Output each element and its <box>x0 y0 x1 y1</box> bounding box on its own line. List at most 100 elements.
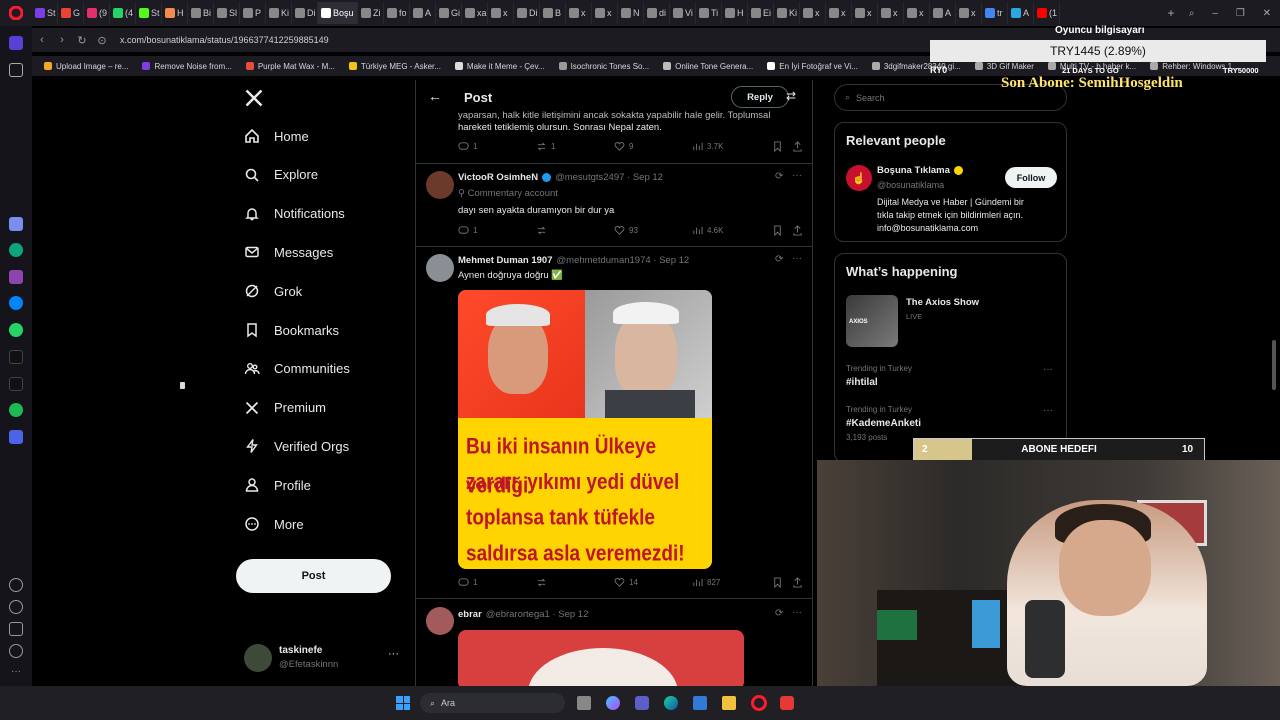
bookmark-item[interactable]: Isochronic Tones So... <box>558 62 649 71</box>
copilot-icon[interactable] <box>606 696 620 710</box>
spotify-icon[interactable] <box>9 403 23 417</box>
x-logo-icon[interactable] <box>244 88 264 113</box>
avatar[interactable] <box>426 254 454 282</box>
browser-tab[interactable]: H <box>162 2 188 24</box>
nav-item-profile[interactable]: Profile <box>244 477 311 493</box>
browser-tab[interactable]: Boşu <box>318 2 358 24</box>
views-action[interactable]: 827 <box>692 577 720 588</box>
browser-tab[interactable]: Ti <box>696 2 722 24</box>
browser-tab[interactable]: Zi <box>358 2 384 24</box>
nav-item-communities[interactable]: Communities <box>244 361 350 377</box>
opera-logo-icon[interactable] <box>0 6 32 20</box>
app-taskbar-icon[interactable] <box>780 696 794 710</box>
new-tab-button[interactable]: + <box>1162 6 1180 20</box>
bookmark-action[interactable] <box>772 225 783 236</box>
heart-icon[interactable] <box>9 578 23 592</box>
like-action[interactable]: 93 <box>614 225 638 236</box>
nav-item-grok[interactable]: Grok <box>244 283 302 299</box>
browser-tab[interactable]: xa <box>462 2 488 24</box>
browser-tab[interactable]: Ki <box>774 2 800 24</box>
nav-item-explore[interactable]: Explore <box>244 167 318 183</box>
tweet-image[interactable]: Bu iki insanın Ülkeye verdiği zararı, yık… <box>458 290 712 569</box>
bookmark-item[interactable]: Purple Mat Wax - M... <box>245 62 335 71</box>
tweet-author-name[interactable]: VictooR OsimheN <box>458 172 538 183</box>
close-window-icon[interactable]: ✕ <box>1263 8 1271 19</box>
nav-item-premium[interactable]: Premium <box>244 400 326 416</box>
reply-button[interactable]: Reply <box>731 86 789 108</box>
edge-icon[interactable] <box>664 696 678 710</box>
bookmark-item[interactable]: Upload Image – re... <box>44 62 128 71</box>
file-explorer-icon[interactable] <box>722 696 736 710</box>
browser-tab[interactable]: x <box>878 2 904 24</box>
more-icon[interactable]: ··· <box>1043 405 1053 416</box>
app-icon[interactable] <box>9 270 23 284</box>
browser-tab[interactable]: P <box>240 2 266 24</box>
forward-icon[interactable]: › <box>52 34 72 46</box>
person-name[interactable]: Boşuna Tıklama <box>877 165 950 176</box>
aria-icon[interactable] <box>9 217 23 231</box>
browser-tab[interactable]: Di <box>514 2 540 24</box>
avatar[interactable]: ☝ <box>846 165 872 191</box>
history-icon[interactable] <box>9 600 23 614</box>
minimize-icon[interactable]: – <box>1212 8 1218 19</box>
tips-icon[interactable] <box>9 644 23 658</box>
bookmark-action[interactable] <box>772 577 783 588</box>
maximize-icon[interactable]: ❐ <box>1236 8 1245 19</box>
trend-tag[interactable]: #KademeAnketi <box>846 418 921 429</box>
grok-icon[interactable]: ⟳ <box>775 608 783 619</box>
browser-tab[interactable]: x <box>592 2 618 24</box>
browser-tab[interactable]: (1 <box>1034 2 1060 24</box>
browser-tab[interactable]: (9 <box>84 2 110 24</box>
pinboard-icon[interactable] <box>9 63 23 77</box>
browser-tab[interactable]: x <box>852 2 878 24</box>
tweet-handle-date[interactable]: @ebrarortega1 · Sep 12 <box>486 609 589 620</box>
views-action[interactable]: 3.7K <box>692 141 723 152</box>
follow-button[interactable]: Follow <box>1005 167 1057 188</box>
grok-icon[interactable]: ⟳ <box>775 254 783 265</box>
nav-item-messages[interactable]: Messages <box>244 244 333 260</box>
show-thumbnail[interactable]: AXIOS <box>846 295 898 347</box>
browser-tab[interactable]: Bi <box>188 2 214 24</box>
avatar[interactable] <box>426 171 454 199</box>
browser-tab[interactable]: Sl <box>214 2 240 24</box>
browser-tab[interactable]: N <box>618 2 644 24</box>
bookmark-item[interactable]: Türkiye MEG - Asker... <box>348 62 441 71</box>
like-action[interactable]: 14 <box>614 577 638 588</box>
nav-item-bookmarks[interactable]: Bookmarks <box>244 322 339 338</box>
home-space-icon[interactable] <box>9 36 23 50</box>
chatgpt-icon[interactable] <box>9 243 23 257</box>
browser-tab[interactable]: B <box>540 2 566 24</box>
taskbar-search[interactable]: ⌕ Ara <box>420 693 565 713</box>
share-action[interactable] <box>792 225 803 236</box>
more-icon[interactable]: ··· <box>1043 364 1053 375</box>
reply-action[interactable]: 1 <box>458 577 477 588</box>
repost-action[interactable] <box>536 225 551 236</box>
person-handle[interactable]: @bosunatiklama <box>877 180 944 190</box>
browser-tab[interactable]: fo <box>384 2 410 24</box>
store-icon[interactable] <box>693 696 707 710</box>
repost-action[interactable]: 1 <box>536 141 555 152</box>
windows-start-icon[interactable] <box>396 696 410 710</box>
bookmark-item[interactable]: En İyi Fotoğraf ve Vi... <box>767 62 858 71</box>
account-switcher[interactable]: taskinefe @Efetaskinnn ··· <box>244 642 404 676</box>
bookmark-item[interactable]: Remove Noise from... <box>142 62 232 71</box>
browser-tab[interactable]: x <box>904 2 930 24</box>
whatsapp-icon[interactable] <box>9 323 23 337</box>
reply-action[interactable]: 1 <box>458 141 477 152</box>
search-tabs-icon[interactable]: ⌕ <box>1189 8 1195 19</box>
reload-icon[interactable]: ↻ <box>72 34 92 47</box>
browser-tab[interactable]: A <box>930 2 956 24</box>
browser-tab[interactable]: Vi <box>670 2 696 24</box>
back-icon[interactable]: ‹ <box>32 34 52 46</box>
browser-tab[interactable]: A <box>410 2 436 24</box>
settings-sliders-icon[interactable]: ⇄ <box>786 89 796 103</box>
browser-tab[interactable]: H <box>722 2 748 24</box>
trend-tag[interactable]: #ihtilal <box>846 377 878 388</box>
browser-tab[interactable]: x <box>566 2 592 24</box>
browser-tab[interactable]: x <box>956 2 982 24</box>
player-icon[interactable] <box>9 430 23 444</box>
views-action[interactable]: 4.6K <box>692 225 723 236</box>
more-icon[interactable]: ··· <box>388 648 399 660</box>
tweet-image[interactable] <box>458 630 744 686</box>
site-info-icon[interactable]: ⊙ <box>92 34 112 47</box>
